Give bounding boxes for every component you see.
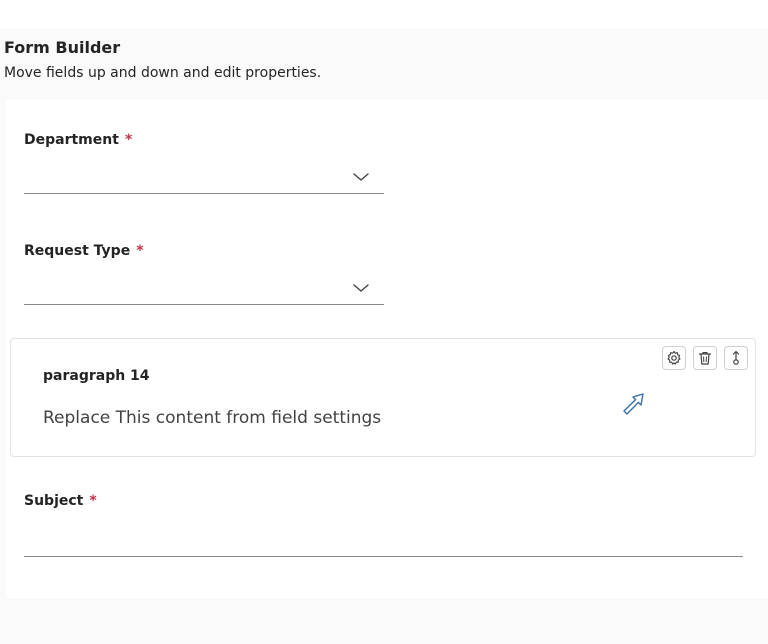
paragraph-body: Replace This content from field settings bbox=[43, 408, 382, 428]
required-indicator: * bbox=[136, 243, 144, 259]
gear-icon bbox=[667, 350, 681, 365]
top-bar bbox=[0, 0, 768, 28]
trash-icon bbox=[698, 352, 712, 365]
required-indicator: * bbox=[89, 493, 97, 509]
request-type-label-text: Request Type bbox=[24, 243, 131, 259]
department-dropdown[interactable] bbox=[24, 167, 384, 194]
subject-input[interactable] bbox=[24, 530, 743, 557]
required-indicator: * bbox=[124, 132, 133, 148]
page-title: Form Builder bbox=[4, 38, 121, 57]
chevron-down-icon bbox=[353, 173, 369, 181]
department-label-text: Department bbox=[24, 132, 119, 148]
delete-field-button[interactable] bbox=[693, 346, 717, 370]
request-type-label: Request Type * bbox=[24, 243, 144, 259]
subject-label: Subject * bbox=[24, 493, 97, 509]
subject-label-text: Subject bbox=[24, 493, 84, 509]
field-settings-button[interactable] bbox=[662, 346, 686, 370]
chevron-down-icon bbox=[353, 284, 369, 292]
request-type-dropdown[interactable] bbox=[24, 278, 384, 305]
move-field-button[interactable] bbox=[724, 346, 748, 370]
paragraph-title: paragraph 14 bbox=[43, 368, 150, 384]
page-subtitle: Move fields up and down and edit propert… bbox=[4, 65, 322, 81]
department-label: Department * bbox=[24, 132, 132, 148]
mouse-cursor-icon bbox=[623, 393, 644, 415]
drag-handle-icon bbox=[732, 350, 740, 365]
